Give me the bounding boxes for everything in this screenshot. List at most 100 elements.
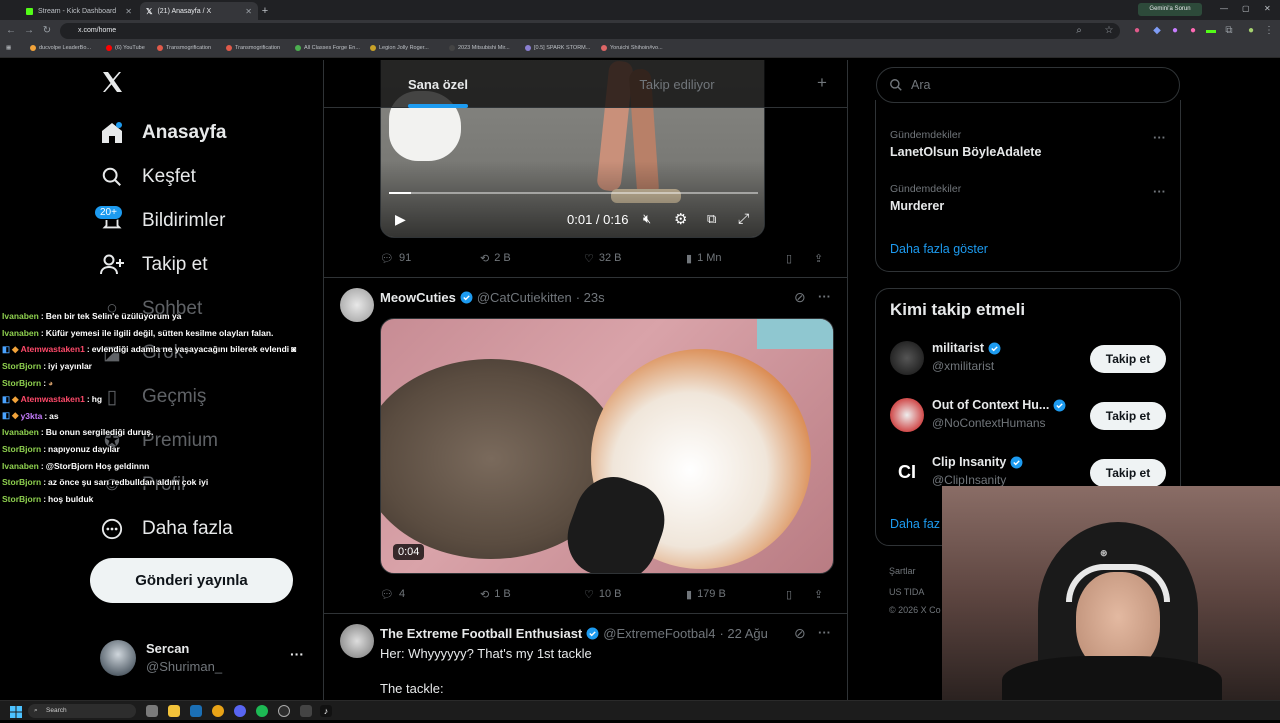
show-more-link[interactable]: Daha fazla göster	[890, 242, 988, 256]
views-button[interactable]: ▮ 179 B	[686, 588, 786, 601]
back-icon[interactable]: ←	[4, 24, 18, 38]
bookmark-item[interactable]: Transmogrification	[226, 45, 280, 51]
close-icon[interactable]: ✕	[125, 7, 132, 16]
like-button[interactable]: ♡ 32 B	[584, 252, 686, 265]
reload-icon[interactable]: ↻	[40, 24, 54, 38]
picture-in-picture-icon[interactable]: ⧉	[707, 211, 716, 227]
windows-start-icon[interactable]	[10, 705, 22, 718]
bookmark-item[interactable]: Legion Jolly Roger...	[370, 45, 429, 51]
chair-logo-text: ⊛	[1100, 548, 1108, 558]
extension-icon[interactable]: ●	[1130, 24, 1144, 38]
share-icon[interactable]: ⇪	[814, 588, 823, 601]
avatar[interactable]	[340, 624, 374, 658]
app-icon[interactable]	[300, 705, 312, 717]
nav-explore[interactable]: Keşfet	[100, 157, 196, 197]
search-icon[interactable]: ⌕	[1072, 24, 1086, 38]
extension-icon[interactable]: ●	[1186, 24, 1200, 38]
address-input[interactable]: x.com/home	[60, 23, 1120, 39]
reply-button[interactable]: 💬︎ 91	[380, 252, 480, 265]
footer-link[interactable]: Şartlar	[889, 566, 916, 576]
video-progress-track[interactable]	[389, 192, 758, 194]
bookmark-item[interactable]: ducvolpe LeaderBo...	[30, 45, 91, 51]
like-button[interactable]: ♡ 10 B	[584, 588, 686, 601]
close-icon[interactable]: ✕	[245, 7, 252, 16]
trend-item[interactable]: Gündemdekiler Murderer	[890, 183, 961, 213]
obs-icon[interactable]	[278, 705, 290, 717]
avatar[interactable]	[340, 288, 374, 322]
nav-home[interactable]: Anasayfa	[100, 113, 227, 153]
post-time[interactable]: · 23s	[576, 290, 605, 305]
tab-for-you[interactable]: Sana özel	[324, 60, 552, 108]
puzzle-icon[interactable]: ⧉	[1222, 24, 1236, 38]
nav-more[interactable]: Daha fazla	[100, 509, 233, 549]
minimize-icon[interactable]: —	[1220, 4, 1228, 13]
fullscreen-icon[interactable]: ⤢	[738, 210, 749, 227]
tab-following[interactable]: Takip ediliyor	[574, 60, 780, 108]
footer-link[interactable]: US TIDA	[889, 587, 924, 597]
star-icon[interactable]: ☆	[1102, 24, 1116, 38]
author-handle[interactable]: @ExtremeFootbal4	[603, 626, 715, 641]
menu-icon[interactable]: ⋮	[1262, 24, 1276, 38]
more-dots-icon[interactable]: ···	[818, 289, 831, 304]
apps-icon[interactable]: ▦	[6, 45, 11, 51]
grok-icon[interactable]: ⊘	[794, 289, 806, 306]
follow-button[interactable]: Takip et	[1090, 459, 1166, 487]
bookmark-item[interactable]: (6) YouTube	[106, 45, 145, 51]
account-switcher[interactable]: Sercan @Shuriman_ ···	[100, 638, 310, 678]
trend-item[interactable]: Gündemdekiler LanetOlsun BöyleAdalete	[890, 129, 1041, 159]
taskbar-search-input[interactable]: ⌕ Search	[28, 704, 136, 718]
nav-follow[interactable]: Takip et	[100, 245, 207, 285]
bookmark-icon[interactable]: ▯	[786, 252, 814, 265]
extension-icon[interactable]: ▬	[1204, 24, 1218, 38]
more-dots-icon[interactable]: ···	[1153, 130, 1166, 145]
bookmark-item[interactable]: 2023 Mitsubishi Mir...	[449, 45, 510, 51]
bookmark-icon[interactable]: ▯	[786, 588, 814, 601]
spotify-icon[interactable]	[256, 705, 268, 717]
follow-button[interactable]: Takip et	[1090, 345, 1166, 373]
repost-button[interactable]: ⟲ 2 B	[480, 252, 584, 265]
file-explorer-icon[interactable]	[168, 705, 180, 717]
views-button[interactable]: ▮ 1 Mn	[686, 252, 786, 265]
grok-icon[interactable]: ⊘	[794, 625, 806, 642]
share-icon[interactable]: ⇪	[814, 252, 823, 265]
author-name[interactable]: MeowCuties	[380, 290, 456, 305]
extension-icon[interactable]: ●	[1168, 24, 1182, 38]
bookmark-item[interactable]: [0.5] SPARK STORM...	[525, 45, 590, 51]
bookmark-item[interactable]: Transmogrification	[157, 45, 211, 51]
play-icon[interactable]: ▶	[395, 211, 406, 228]
more-dots-icon[interactable]: ···	[818, 625, 831, 640]
profile-avatar-icon[interactable]: ●	[1244, 24, 1258, 38]
discord-icon[interactable]	[234, 705, 246, 717]
show-more-link[interactable]: Daha faz	[890, 517, 940, 531]
settings-gear-icon[interactable]: ⚙	[674, 210, 687, 228]
reply-button[interactable]: 💬︎ 4	[380, 588, 480, 601]
new-tab-button[interactable]: +	[258, 2, 272, 20]
post-time[interactable]: · 22 Ağu	[719, 626, 767, 641]
add-tab-icon[interactable]: +	[817, 73, 827, 93]
chat-colon: :	[43, 361, 47, 372]
extension-icon[interactable]: ◆	[1150, 24, 1164, 38]
repost-button[interactable]: ⟲ 1 B	[480, 588, 584, 601]
more-dots-icon[interactable]: ···	[1153, 184, 1166, 199]
author-name[interactable]: The Extreme Football Enthusiast	[380, 626, 582, 641]
follow-button[interactable]: Takip et	[1090, 402, 1166, 430]
mute-icon[interactable]: 🔇︎	[643, 211, 651, 227]
forward-icon[interactable]: →	[22, 24, 36, 38]
maximize-icon[interactable]: ▢	[1242, 4, 1250, 13]
post-button[interactable]: Gönderi yayınla	[90, 558, 293, 603]
tab-x-home[interactable]: 𝕏 (21) Anasayfa / X ✕	[140, 2, 258, 20]
x-logo-icon[interactable]	[100, 70, 126, 96]
bookmark-item[interactable]: All Classes Forge En...	[295, 45, 360, 51]
gemini-button[interactable]: Gemini'a Sorun	[1138, 3, 1202, 16]
tiktok-icon[interactable]: ♪	[320, 705, 332, 717]
task-view-icon[interactable]	[146, 705, 158, 717]
more-dots-icon[interactable]: ···	[290, 646, 304, 662]
window-close-icon[interactable]: ✕	[1264, 4, 1271, 13]
steam-icon[interactable]	[190, 705, 202, 717]
bookmark-item[interactable]: Yoruichi Shihoin#vo...	[601, 45, 663, 51]
post-image[interactable]: 0:04	[380, 318, 834, 574]
search-input[interactable]: Ara	[876, 67, 1180, 103]
author-handle[interactable]: @CatCutiekitten	[477, 290, 572, 305]
tab-kick-dashboard[interactable]: Stream - Kick Dashboard ✕	[20, 2, 138, 20]
chrome-icon[interactable]	[212, 705, 224, 717]
